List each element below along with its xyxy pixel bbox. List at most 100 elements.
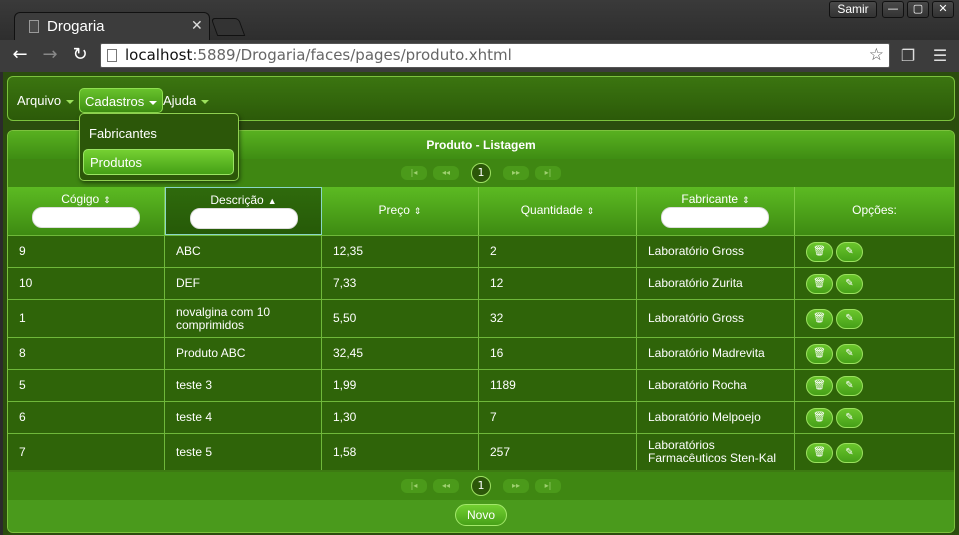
next-page-icon[interactable]: ▸▸ (503, 166, 529, 180)
back-icon[interactable]: ← (8, 44, 32, 68)
prev-page-icon[interactable]: ◂◂ (433, 479, 459, 493)
pencil-icon[interactable]: ✎ (836, 344, 863, 364)
browser-tab[interactable]: Drogaria ✕ (14, 12, 210, 40)
cell-preco: 12,35 (322, 236, 479, 267)
table-row[interactable]: 5 teste 3 1,99 1189 Laboratório Rocha 🗑 ✎ (8, 369, 954, 401)
column-label: Fabricante (681, 192, 739, 206)
app-body: Arquivo Cadastros Ajuda Fabricantes Prod… (3, 72, 959, 535)
reload-icon[interactable]: ↻ (68, 44, 92, 68)
pencil-icon[interactable]: ✎ (836, 376, 863, 396)
cell-fabricante: Laboratório Gross (637, 300, 795, 337)
url-text[interactable]: localhost:5889/Drogaria/faces/pages/prod… (125, 46, 512, 64)
cell-descricao: ABC (165, 236, 322, 267)
cell-quantidade: 12 (479, 268, 637, 299)
trash-icon[interactable]: 🗑 (806, 274, 833, 294)
cell-codigo: 5 (8, 370, 165, 401)
trash-icon[interactable]: 🗑 (806, 442, 833, 463)
menu-arquivo[interactable]: Arquivo (12, 88, 79, 113)
caret-down-icon (201, 99, 210, 104)
cell-codigo: 9 (8, 236, 165, 267)
close-window-button[interactable]: ✕ (932, 1, 954, 18)
menu-cadastros[interactable]: Cadastros (79, 88, 164, 113)
codigo-filter-input[interactable] (32, 207, 140, 228)
tab-close-icon[interactable]: ✕ (191, 18, 203, 34)
trash-icon[interactable]: 🗑 (806, 376, 833, 396)
cell-descricao: DEF (165, 268, 322, 299)
menu-icon[interactable]: ☰ (930, 46, 950, 66)
first-page-icon[interactable]: |◂ (401, 166, 427, 180)
user-profile-button[interactable]: Samir (829, 1, 877, 18)
dropdown-item-produtos[interactable]: Produtos (83, 149, 234, 175)
table-row[interactable]: 8 Produto ABC 32,45 16 Laboratório Madrevita… (8, 337, 954, 369)
cell-opcoes: 🗑 ✎ (795, 236, 954, 267)
trash-icon[interactable]: 🗑 (806, 242, 833, 262)
cell-fabricante: Laboratórios Farmacêuticos Sten-Kal (637, 434, 795, 470)
pencil-icon[interactable]: ✎ (836, 442, 863, 463)
descricao-filter-input[interactable] (190, 208, 298, 229)
caret-down-icon (66, 99, 75, 104)
prev-page-icon[interactable]: ◂◂ (433, 166, 459, 180)
cell-codigo: 10 (8, 268, 165, 299)
new-tab-button[interactable] (210, 18, 246, 36)
menu-ajuda[interactable]: Ajuda (158, 88, 214, 113)
page-icon (29, 20, 39, 33)
table-row[interactable]: 9 ABC 12,35 2 Laboratório Gross 🗑 ✎ (8, 235, 954, 267)
cell-preco: 5,50 (322, 300, 479, 337)
trash-icon[interactable]: 🗑 (806, 408, 833, 428)
cell-descricao: teste 5 (165, 434, 322, 470)
cell-opcoes: 🗑 ✎ (795, 338, 954, 369)
cell-quantidade: 32 (479, 300, 637, 337)
table-row[interactable]: 6 teste 4 1,30 7 Laboratório Melpoejo 🗑 ✎ (8, 401, 954, 433)
menu-label: Cadastros (85, 94, 145, 109)
dropdown-item-fabricantes[interactable]: Fabricantes (83, 121, 234, 147)
page-number[interactable]: 1 (471, 163, 491, 183)
column-preco[interactable]: Preço ⇕ (322, 187, 479, 235)
pencil-icon[interactable]: ✎ (836, 309, 863, 329)
cell-opcoes: 🗑 ✎ (795, 370, 954, 401)
first-page-icon[interactable]: |◂ (401, 479, 427, 493)
trash-icon[interactable]: 🗑 (806, 344, 833, 364)
table-header: Cógigo ⇕ Descrição ▲ Preço ⇕ Quantidade ⇕ Fa… (8, 187, 954, 235)
extension-icon[interactable]: ❐ (898, 46, 918, 66)
cell-preco: 1,58 (322, 434, 479, 470)
forward-icon[interactable]: → (38, 44, 62, 68)
cell-opcoes: 🗑 ✎ (795, 402, 954, 433)
cell-descricao: Produto ABC (165, 338, 322, 369)
table-row[interactable]: 1 novalgina com 10 comprimidos 5,50 32 Labor… (8, 299, 954, 337)
table-row[interactable]: 7 teste 5 1,58 257 Laboratórios Farmacêutico… (8, 433, 954, 470)
menu-label: Ajuda (163, 93, 197, 108)
column-fabricante[interactable]: Fabricante ⇕ (637, 187, 795, 235)
cell-codigo: 1 (8, 300, 165, 337)
bookmark-star-icon[interactable]: ☆ (869, 45, 884, 65)
minimize-button[interactable]: — (882, 1, 904, 18)
page-number[interactable]: 1 (471, 476, 491, 496)
pencil-icon[interactable]: ✎ (836, 274, 863, 294)
cell-preco: 1,99 (322, 370, 479, 401)
cell-codigo: 7 (8, 434, 165, 470)
column-descricao[interactable]: Descrição ▲ (165, 187, 322, 235)
page-icon (107, 49, 117, 62)
pencil-icon[interactable]: ✎ (836, 242, 863, 262)
cell-descricao: novalgina com 10 comprimidos (165, 300, 322, 337)
trash-icon[interactable]: 🗑 (806, 309, 833, 329)
column-label: Preço (378, 203, 410, 217)
sort-icon: ⇕ (586, 206, 595, 216)
pencil-icon[interactable]: ✎ (836, 408, 863, 428)
last-page-icon[interactable]: ▸| (535, 479, 561, 493)
cell-opcoes: 🗑 ✎ (795, 434, 954, 470)
maximize-button[interactable]: ▢ (907, 1, 929, 18)
cell-quantidade: 16 (479, 338, 637, 369)
panel-footer: Novo (8, 500, 954, 532)
table-row[interactable]: 10 DEF 7,33 12 Laboratório Zurita 🗑 ✎ (8, 267, 954, 299)
column-opcoes: Opções: (795, 187, 954, 235)
last-page-icon[interactable]: ▸| (535, 166, 561, 180)
address-bar[interactable]: localhost:5889/Drogaria/faces/pages/prod… (100, 43, 890, 68)
cell-fabricante: Laboratório Gross (637, 236, 795, 267)
fabricante-filter-input[interactable] (661, 207, 769, 228)
column-quantidade[interactable]: Quantidade ⇕ (479, 187, 637, 235)
cell-preco: 32,45 (322, 338, 479, 369)
cell-descricao: teste 4 (165, 402, 322, 433)
column-codigo[interactable]: Cógigo ⇕ (8, 187, 165, 235)
next-page-icon[interactable]: ▸▸ (503, 479, 529, 493)
new-product-button[interactable]: Novo (455, 504, 507, 526)
